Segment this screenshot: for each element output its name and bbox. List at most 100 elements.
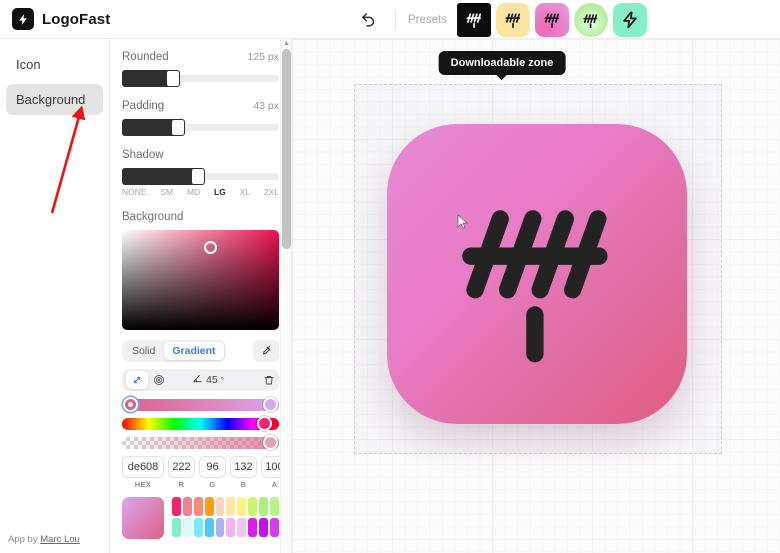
swatch-4[interactable] bbox=[215, 497, 225, 516]
swatch-17[interactable] bbox=[248, 518, 258, 537]
lightning-bolt-icon bbox=[12, 8, 34, 30]
swatch-10[interactable] bbox=[172, 518, 181, 537]
left-sidebar: Icon Background App by Marc Lou bbox=[0, 39, 110, 553]
controls-scrollbar[interactable]: ▲ bbox=[280, 39, 291, 553]
hex-value[interactable]: de608 bbox=[122, 456, 164, 478]
tally-mark-icon bbox=[462, 210, 608, 363]
swatch-7[interactable] bbox=[248, 497, 258, 516]
sv-picker-handle[interactable] bbox=[203, 241, 217, 254]
padding-knob[interactable] bbox=[171, 119, 185, 136]
swatch-6[interactable] bbox=[237, 497, 247, 516]
sidebar-item-background[interactable]: Background bbox=[6, 84, 103, 115]
color-preview-swatch[interactable] bbox=[122, 497, 164, 539]
footer-credit-link[interactable]: Marc Lou bbox=[40, 534, 80, 545]
shadow-fill bbox=[122, 168, 198, 185]
shadow-slider[interactable] bbox=[122, 168, 279, 185]
swatch-8[interactable] bbox=[259, 497, 269, 516]
g-value[interactable]: 96 bbox=[199, 456, 226, 478]
padding-slider[interactable] bbox=[122, 119, 279, 136]
rounded-knob[interactable] bbox=[166, 70, 180, 87]
padding-label: Padding bbox=[122, 100, 165, 112]
b-value[interactable]: 132 bbox=[230, 456, 257, 478]
swatch-18[interactable] bbox=[259, 518, 269, 537]
gradient-stop-end[interactable] bbox=[263, 397, 278, 412]
shadow-tick-none[interactable]: NONE bbox=[122, 187, 147, 197]
rounded-label: Rounded bbox=[122, 51, 169, 63]
scroll-up-arrow-icon[interactable]: ▲ bbox=[283, 40, 290, 47]
alpha-slider-handle[interactable] bbox=[263, 435, 278, 450]
gradient-type-row: 45 ° bbox=[122, 369, 279, 391]
mode-gradient[interactable]: Gradient bbox=[164, 342, 224, 360]
swatch-0[interactable] bbox=[172, 497, 181, 516]
g-field[interactable]: 96 G bbox=[199, 456, 226, 489]
swatch-9[interactable] bbox=[270, 497, 279, 516]
swatch-5[interactable] bbox=[226, 497, 236, 516]
angle-icon bbox=[192, 373, 203, 387]
padding-head: Padding 43 px bbox=[122, 100, 279, 112]
preset-green[interactable] bbox=[574, 2, 608, 37]
undo-button[interactable] bbox=[355, 7, 381, 33]
mode-solid[interactable]: Solid bbox=[124, 342, 163, 360]
swatch-3[interactable] bbox=[204, 497, 214, 516]
rounded-slider[interactable] bbox=[122, 70, 279, 87]
swatch-2[interactable] bbox=[193, 497, 203, 516]
gradient-stop-start[interactable] bbox=[123, 397, 138, 412]
downloadable-zone-tooltip: Downloadable zone bbox=[438, 51, 566, 75]
footer-credit: App by Marc Lou bbox=[8, 534, 80, 545]
header-center: Presets bbox=[355, 0, 647, 39]
padding-control: Padding 43 px bbox=[122, 100, 279, 136]
gradient-stops-bar[interactable] bbox=[122, 397, 279, 412]
preset-mint[interactable] bbox=[613, 2, 647, 37]
alpha-slider[interactable] bbox=[122, 435, 279, 450]
background-control: Background Solid Gradient 45 ° de608 HEX… bbox=[122, 211, 288, 539]
presets-row bbox=[457, 2, 647, 37]
swatch-1[interactable] bbox=[182, 497, 192, 516]
linear-gradient-icon[interactable] bbox=[126, 371, 148, 389]
swatch-14[interactable] bbox=[215, 518, 225, 537]
gradient-angle-field[interactable]: 45 ° bbox=[192, 373, 224, 387]
sidebar-item-background-label: Background bbox=[16, 92, 86, 107]
r-field[interactable]: 222 R bbox=[168, 456, 195, 489]
swatch-15[interactable] bbox=[226, 518, 236, 537]
swatch-row bbox=[122, 497, 279, 539]
eyedropper-icon[interactable] bbox=[253, 340, 279, 362]
logo-preview[interactable] bbox=[387, 124, 687, 424]
shadow-tick-lg[interactable]: LG bbox=[214, 187, 226, 197]
preset-yellow[interactable] bbox=[496, 2, 530, 37]
background-label: Background bbox=[122, 211, 184, 223]
sidebar-item-icon[interactable]: Icon bbox=[6, 49, 103, 80]
shadow-knob[interactable] bbox=[191, 168, 205, 185]
preset-pink[interactable] bbox=[535, 2, 569, 37]
background-head: Background bbox=[122, 211, 279, 223]
trash-icon[interactable] bbox=[263, 374, 275, 386]
preset-black[interactable] bbox=[457, 2, 491, 37]
saturation-value-picker[interactable] bbox=[122, 230, 279, 330]
swatch-11[interactable] bbox=[182, 518, 192, 537]
hex-field[interactable]: de608 HEX bbox=[122, 456, 164, 489]
hue-slider-handle[interactable] bbox=[257, 416, 272, 431]
sidebar-item-icon-label: Icon bbox=[16, 57, 41, 72]
shadow-tick-sm[interactable]: SM bbox=[160, 187, 173, 197]
swatch-19[interactable] bbox=[270, 518, 279, 537]
b-field[interactable]: 132 B bbox=[230, 456, 257, 489]
shadow-tick-md[interactable]: MD bbox=[187, 187, 200, 197]
mouse-cursor-icon bbox=[457, 214, 469, 235]
hue-slider[interactable] bbox=[122, 416, 279, 431]
canvas-area[interactable]: Downloadable zone bbox=[292, 39, 780, 553]
presets-label: Presets bbox=[408, 13, 447, 26]
color-mode-toggle: Solid Gradient bbox=[122, 340, 226, 362]
padding-fill bbox=[122, 119, 178, 136]
swatch-12[interactable] bbox=[193, 518, 203, 537]
color-mode-row: Solid Gradient bbox=[122, 340, 279, 362]
app-header: LogoFast Presets bbox=[0, 0, 780, 39]
r-value[interactable]: 222 bbox=[168, 456, 195, 478]
shadow-ticks: NONE SM MD LG XL 2XL bbox=[122, 187, 279, 197]
shadow-tick-2xl[interactable]: 2XL bbox=[264, 187, 279, 197]
r-label: R bbox=[178, 480, 185, 489]
shadow-tick-xl[interactable]: XL bbox=[240, 187, 250, 197]
swatch-13[interactable] bbox=[204, 518, 214, 537]
controls-scrollbar-thumb[interactable] bbox=[282, 49, 291, 249]
swatch-16[interactable] bbox=[237, 518, 247, 537]
app-body: Icon Background App by Marc Lou Rounded … bbox=[0, 39, 780, 553]
radial-gradient-icon[interactable] bbox=[148, 371, 170, 389]
